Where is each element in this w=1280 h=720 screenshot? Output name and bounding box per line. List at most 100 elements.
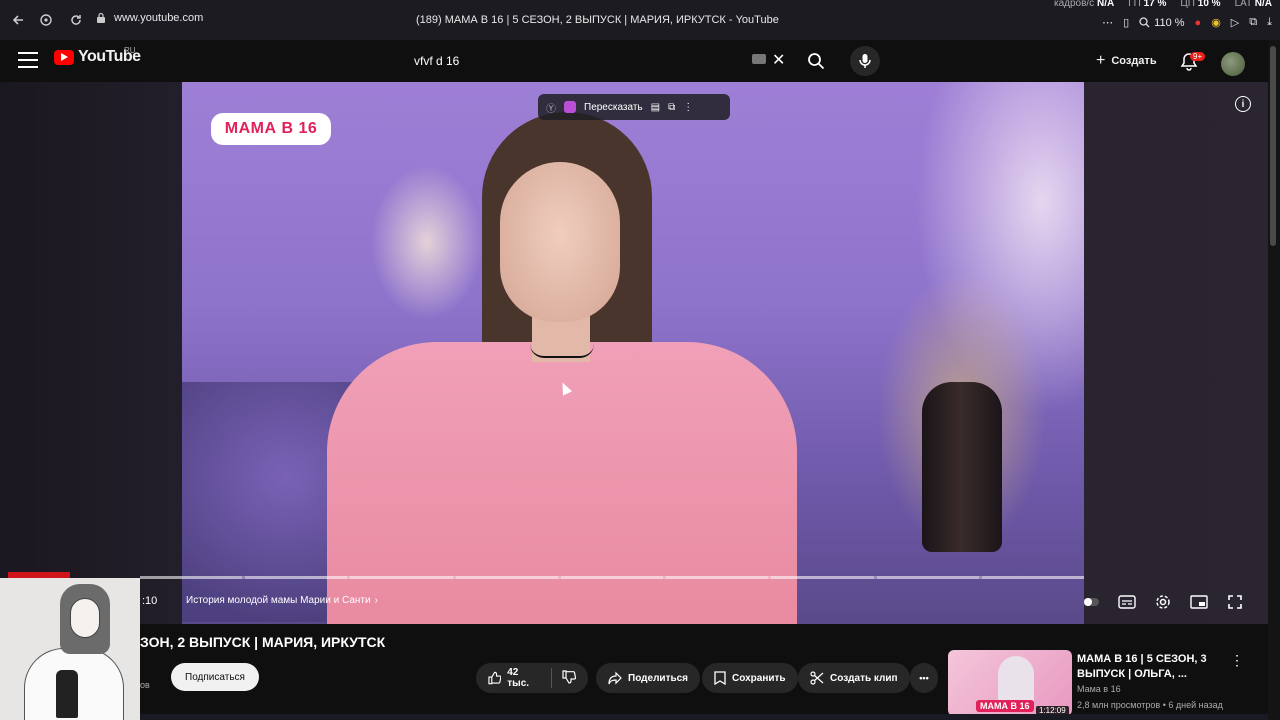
recommended-video[interactable]: МАМА В 16 1:12:09 МАМА В 16 | 5 СЕЗОН, 3… xyxy=(948,650,1248,720)
url-text: www.youtube.com xyxy=(114,12,204,24)
extension-icon[interactable]: ▷ xyxy=(1231,16,1239,29)
cpu-value: 10 % xyxy=(1197,0,1221,9)
fullscreen-icon[interactable] xyxy=(1226,594,1244,610)
avatar[interactable] xyxy=(1221,52,1245,76)
zoom-icon xyxy=(1139,17,1150,28)
close-icon[interactable]: ✕ xyxy=(772,50,785,70)
video-title: ЗОН, 2 ВЫПУСК | МАРИЯ, ИРКУТСК xyxy=(140,634,386,650)
yandex-icon: Ⓨ xyxy=(546,103,556,115)
region-label: RU xyxy=(124,46,136,55)
lat-value: N/A xyxy=(1254,0,1272,9)
like-dislike-group: 42 тыс. xyxy=(476,663,588,693)
back-icon[interactable] xyxy=(4,6,32,34)
kebab-icon: ••• xyxy=(919,673,929,683)
address-bar[interactable]: www.youtube.com xyxy=(96,12,203,24)
recommended-thumbnail[interactable]: МАМА В 16 1:12:09 xyxy=(948,650,1072,716)
save-button[interactable]: Сохранить xyxy=(702,663,798,693)
ai-summary-toolbar[interactable]: Ⓨ Пересказать ▤ ⧉ ⋮ xyxy=(538,94,730,120)
recommended-title[interactable]: МАМА В 16 | 5 СЕЗОН, 3 ВЫПУСК | ОЛЬГА, .… xyxy=(1077,652,1227,682)
summary-label[interactable]: Пересказать xyxy=(584,102,643,113)
subtitles-icon[interactable]: ▤ xyxy=(651,102,660,113)
miniplayer-icon[interactable] xyxy=(1190,594,1208,610)
keyboard-icon[interactable] xyxy=(752,54,766,64)
voice-search-button[interactable] xyxy=(850,46,880,76)
create-label: Создать xyxy=(1111,55,1157,67)
avatar-bottle xyxy=(56,670,78,718)
person-choker xyxy=(530,344,594,358)
subscribe-button[interactable]: Подписаться xyxy=(171,663,259,691)
channel-subscribers: ов xyxy=(140,680,150,690)
video-frame[interactable] xyxy=(182,82,1084,624)
recommended-channel[interactable]: Мама в 16 xyxy=(1077,684,1121,694)
kebab-icon[interactable]: ⋮ xyxy=(1230,652,1244,669)
autoplay-toggle-icon[interactable] xyxy=(1082,594,1100,610)
menu-icon[interactable] xyxy=(18,50,38,70)
scrollbar-thumb[interactable] xyxy=(1270,46,1276,246)
clip-button[interactable]: Создать клип xyxy=(798,663,910,693)
more-actions-button[interactable]: ••• xyxy=(910,663,938,693)
thumbnail-person xyxy=(998,656,1034,706)
like-count: 42 тыс. xyxy=(507,667,530,689)
pip-icon[interactable]: ⧉ xyxy=(668,102,675,113)
webcam-overlay xyxy=(0,578,140,720)
search-button[interactable] xyxy=(802,48,830,74)
zoom-indicator[interactable]: 110 % xyxy=(1139,16,1185,29)
chapter-title[interactable]: История молодой мамы Марии и Санти › xyxy=(186,595,378,606)
kebab-icon[interactable]: ⋮ xyxy=(683,102,693,113)
extension-icon[interactable]: ● xyxy=(1195,17,1202,29)
search-query: vfvf d 16 xyxy=(414,54,460,68)
player-controls-right xyxy=(1082,594,1244,610)
video-player[interactable] xyxy=(0,82,1270,624)
reload-icon[interactable] xyxy=(62,6,90,34)
thumbnail-brand: МАМА В 16 xyxy=(976,700,1034,712)
extension-icon[interactable]: ◉ xyxy=(1211,16,1221,29)
shield-icon[interactable] xyxy=(32,6,60,34)
dislike-button[interactable] xyxy=(562,669,577,687)
youtube-header: YouTube RU vfvf d 16 ✕ + Создать 9+ xyxy=(0,40,1280,82)
zoom-value: 110 % xyxy=(1154,16,1185,29)
avatar-face xyxy=(70,598,100,638)
taskbar-strip xyxy=(140,714,1268,720)
share-label: Поделиться xyxy=(628,672,689,684)
share-icon xyxy=(608,671,622,685)
chevron-right-icon: › xyxy=(374,595,378,606)
chapter-label: История молодой мамы Марии и Санти xyxy=(186,595,371,606)
show-logo: МАМА В 16 xyxy=(211,113,331,145)
divider xyxy=(551,668,552,688)
search-input[interactable]: vfvf d 16 xyxy=(402,46,796,76)
clip-label: Создать клип xyxy=(830,672,898,684)
fps-label: кадров/с xyxy=(1053,0,1095,9)
performance-overlay: кадров/с N/A ГП 17 % ЦП 10 % LAT N/A xyxy=(1054,0,1272,9)
summary-icon xyxy=(564,101,576,113)
chapter-progress-bar[interactable] xyxy=(140,576,1084,579)
notification-badge: 9+ xyxy=(1190,52,1206,61)
info-icon[interactable]: i xyxy=(1235,96,1251,112)
current-time: :10 xyxy=(142,595,158,607)
browser-toolbar: www.youtube.com (189) МАМА В 16 | 5 СЕЗО… xyxy=(0,0,1280,40)
like-button[interactable]: 42 тыс. xyxy=(488,667,541,689)
search-icon xyxy=(808,53,825,70)
gpu-label: ГП xyxy=(1128,0,1141,9)
settings-icon[interactable] xyxy=(1154,594,1172,610)
youtube-play-icon xyxy=(54,49,74,65)
thumbs-up-icon xyxy=(488,671,502,685)
gpu-value: 17 % xyxy=(1143,0,1167,9)
plus-icon: + xyxy=(1096,52,1106,69)
create-button[interactable]: + Создать xyxy=(1096,52,1157,70)
share-button[interactable]: Поделиться xyxy=(596,663,701,693)
lat-label: LAT xyxy=(1234,0,1252,9)
bookmark-icon[interactable]: ▯ xyxy=(1123,16,1129,29)
cpu-label: ЦП xyxy=(1180,0,1195,9)
fps-value: N/A xyxy=(1096,0,1115,9)
thumbs-down-icon xyxy=(562,669,577,684)
scissors-icon xyxy=(810,671,824,685)
lock-icon xyxy=(97,12,105,23)
person-face xyxy=(500,162,620,322)
download-icon[interactable]: ⤓ xyxy=(1267,16,1272,29)
save-label: Сохранить xyxy=(732,672,786,684)
kebab-icon[interactable]: ⋯ xyxy=(1102,16,1113,29)
extension-icon[interactable]: ⧉ xyxy=(1249,16,1257,29)
subtitles-icon[interactable] xyxy=(1118,594,1136,610)
save-icon xyxy=(714,671,726,685)
browser-actions: ⋯ ▯ 110 % ● ◉ ▷ ⧉ ⤓ xyxy=(1102,16,1272,29)
